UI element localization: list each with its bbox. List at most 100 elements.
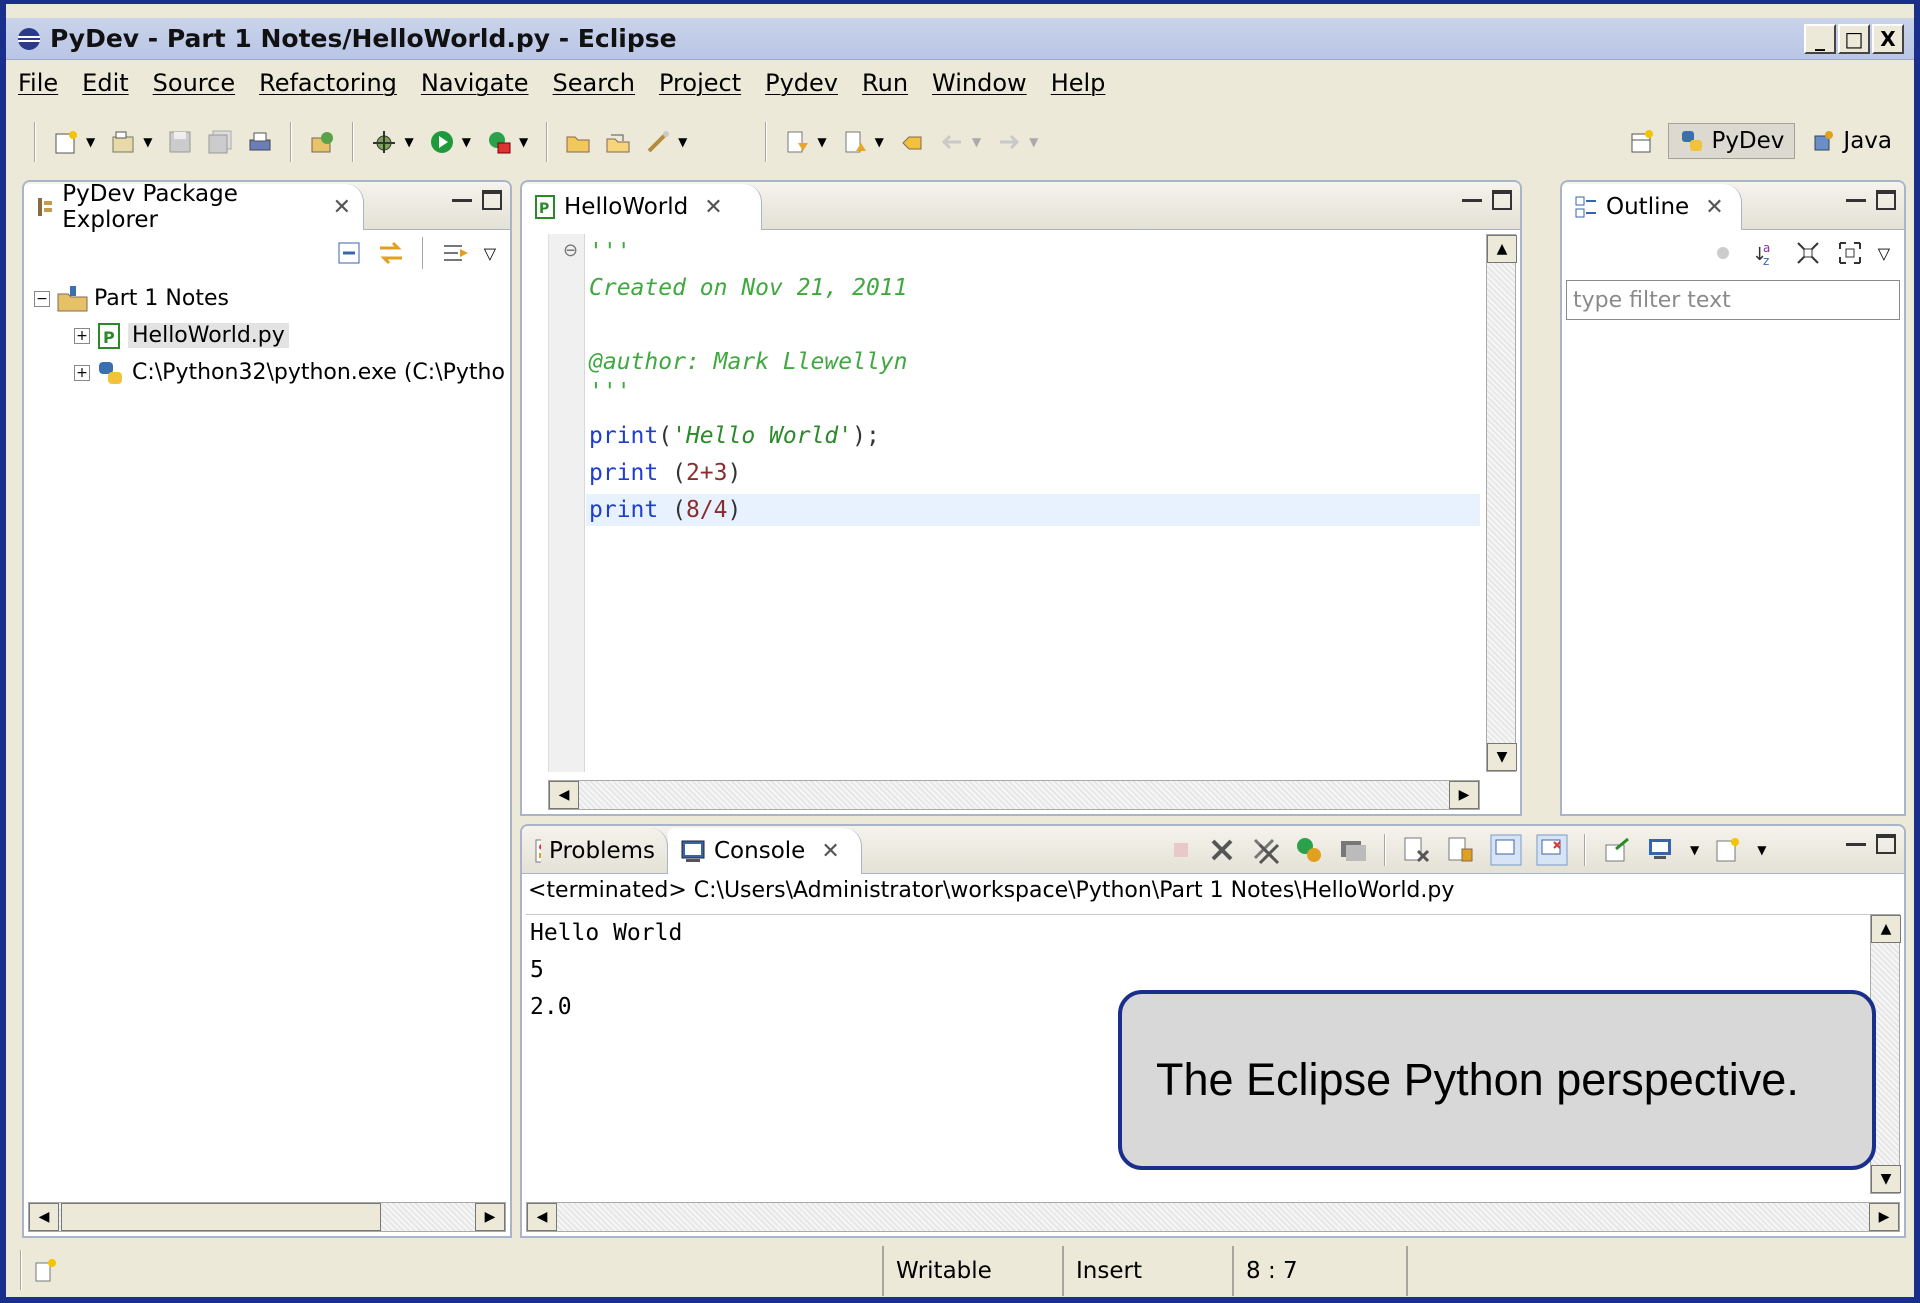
- new-file-icon[interactable]: [51, 127, 81, 157]
- menu-source[interactable]: Source: [153, 69, 235, 97]
- chevron-down-icon[interactable]: ▼: [678, 135, 687, 149]
- horizontal-scrollbar[interactable]: ◀ ▶: [28, 1202, 506, 1232]
- fast-view-icon[interactable]: [32, 1257, 58, 1283]
- chevron-down-icon[interactable]: ▼: [462, 135, 471, 149]
- chevron-down-icon[interactable]: ▼: [404, 135, 413, 149]
- horizontal-scrollbar[interactable]: ◀ ▶: [548, 780, 1480, 810]
- link-editor-icon[interactable]: [376, 238, 406, 268]
- open-type-icon[interactable]: [307, 127, 337, 157]
- run-configuration-icon[interactable]: [1294, 835, 1324, 865]
- external-tools-icon[interactable]: [484, 127, 514, 157]
- tree-item-helloworld[interactable]: + P HelloWorld.py: [34, 317, 505, 354]
- scrollbar-thumb[interactable]: [61, 1203, 381, 1231]
- menu-window[interactable]: Window: [932, 69, 1027, 97]
- debug-icon[interactable]: [369, 127, 399, 157]
- minimize-view-icon[interactable]: [1846, 190, 1866, 202]
- previous-annotation-icon[interactable]: [840, 127, 870, 157]
- show-on-output-icon[interactable]: [1490, 834, 1522, 866]
- menu-navigate[interactable]: Navigate: [421, 69, 529, 97]
- code-editor[interactable]: ⊖ ''' Created on Nov 21, 2011 @author: M…: [548, 234, 1480, 772]
- close-button[interactable]: X: [1872, 24, 1904, 54]
- scroll-down-icon[interactable]: ▼: [1871, 1165, 1901, 1193]
- minimize-view-icon[interactable]: [1846, 834, 1866, 846]
- filter-icon[interactable]: [440, 238, 470, 268]
- tree-item-interpreter[interactable]: + C:\Python32\python.exe (C:\Pytho: [34, 354, 505, 391]
- open-console-icon[interactable]: [1646, 835, 1676, 865]
- view-menu-icon[interactable]: ▽: [484, 244, 496, 263]
- save-all-icon[interactable]: [205, 127, 235, 157]
- expand-toggle-icon[interactable]: +: [74, 364, 90, 381]
- tab-outline[interactable]: Outline ✕: [1562, 184, 1742, 230]
- remove-all-terminated-icon[interactable]: [1250, 835, 1280, 865]
- perspective-java[interactable]: Java: [1801, 124, 1902, 158]
- menu-edit[interactable]: Edit: [82, 69, 128, 97]
- close-icon[interactable]: ✕: [821, 839, 839, 864]
- maximize-button[interactable]: □: [1838, 24, 1870, 54]
- menu-run[interactable]: Run: [862, 69, 908, 97]
- menu-project[interactable]: Project: [659, 69, 741, 97]
- sort-alpha-icon[interactable]: ↓az: [1750, 238, 1780, 268]
- scroll-right-icon[interactable]: ▶: [475, 1203, 505, 1231]
- vertical-scrollbar[interactable]: ▲ ▼: [1486, 234, 1517, 772]
- tab-console[interactable]: Console ✕: [668, 828, 862, 874]
- menu-refactoring[interactable]: Refactoring: [259, 69, 397, 97]
- forward-arrow-icon[interactable]: [994, 127, 1024, 157]
- last-edit-icon[interactable]: [897, 127, 927, 157]
- save-icon[interactable]: [165, 127, 195, 157]
- scroll-left-icon[interactable]: ◀: [549, 781, 579, 809]
- chevron-down-icon[interactable]: ▼: [1029, 135, 1038, 149]
- print-icon[interactable]: [245, 127, 275, 157]
- back-arrow-icon[interactable]: [937, 127, 967, 157]
- menu-search[interactable]: Search: [553, 69, 635, 97]
- outline-filter-input[interactable]: type filter text: [1566, 280, 1900, 320]
- tab-problems[interactable]: Problems: [522, 828, 668, 874]
- clear-console-icon[interactable]: [1402, 835, 1432, 865]
- pin-console-icon[interactable]: [1602, 835, 1632, 865]
- scroll-left-icon[interactable]: ◀: [29, 1203, 59, 1231]
- scroll-down-icon[interactable]: ▼: [1487, 743, 1517, 771]
- tab-helloworld[interactable]: P HelloWorld ✕: [522, 184, 762, 230]
- brush-icon[interactable]: [643, 127, 673, 157]
- minimize-button[interactable]: _: [1804, 24, 1836, 54]
- open-folder-icon[interactable]: [563, 127, 593, 157]
- terminate-icon[interactable]: [1168, 837, 1194, 863]
- close-icon[interactable]: ✕: [333, 195, 351, 220]
- show-on-error-icon[interactable]: [1536, 834, 1568, 866]
- expand-outline-icon[interactable]: [1836, 239, 1864, 267]
- maximize-view-icon[interactable]: [482, 190, 502, 210]
- maximize-view-icon[interactable]: [1492, 190, 1512, 210]
- tree-item-project[interactable]: − Part 1 Notes: [34, 280, 505, 317]
- menu-file[interactable]: File: [18, 69, 58, 97]
- scroll-right-icon[interactable]: ▶: [1869, 1203, 1899, 1231]
- perspective-pydev[interactable]: PyDev: [1668, 123, 1796, 159]
- close-icon[interactable]: ✕: [1705, 195, 1723, 220]
- chevron-down-icon[interactable]: ▼: [519, 135, 528, 149]
- collapse-outline-icon[interactable]: [1794, 239, 1822, 267]
- chevron-down-icon[interactable]: ▼: [875, 135, 884, 149]
- scroll-lock-icon[interactable]: [1446, 835, 1476, 865]
- new-console-icon[interactable]: [1713, 835, 1743, 865]
- collapse-all-icon[interactable]: [336, 240, 362, 266]
- menu-pydev[interactable]: Pydev: [765, 69, 838, 97]
- scroll-up-icon[interactable]: ▲: [1871, 915, 1901, 943]
- menu-help[interactable]: Help: [1051, 69, 1106, 97]
- scroll-left-icon[interactable]: ◀: [527, 1203, 557, 1231]
- fold-toggle-icon[interactable]: ⊖: [563, 240, 578, 261]
- minimize-view-icon[interactable]: [452, 190, 472, 202]
- expand-toggle-icon[interactable]: +: [74, 327, 90, 344]
- maximize-view-icon[interactable]: [1876, 190, 1896, 210]
- scroll-right-icon[interactable]: ▶: [1449, 781, 1479, 809]
- chevron-down-icon[interactable]: ▼: [143, 135, 152, 149]
- chevron-down-icon[interactable]: ▼: [972, 135, 981, 149]
- next-annotation-icon[interactable]: [782, 127, 812, 157]
- open-perspective-icon[interactable]: [1627, 126, 1657, 156]
- collapse-toggle-icon[interactable]: −: [34, 290, 50, 307]
- chevron-down-icon[interactable]: ▼: [86, 135, 95, 149]
- horizontal-scrollbar[interactable]: ◀ ▶: [526, 1202, 1900, 1232]
- minimize-view-icon[interactable]: [1462, 190, 1482, 202]
- close-icon[interactable]: ✕: [704, 195, 722, 220]
- chevron-down-icon[interactable]: ▼: [817, 135, 826, 149]
- maximize-view-icon[interactable]: [1876, 834, 1896, 854]
- hide-fields-icon[interactable]: [1710, 240, 1736, 266]
- tab-package-explorer[interactable]: PyDev Package Explorer ✕: [24, 181, 364, 233]
